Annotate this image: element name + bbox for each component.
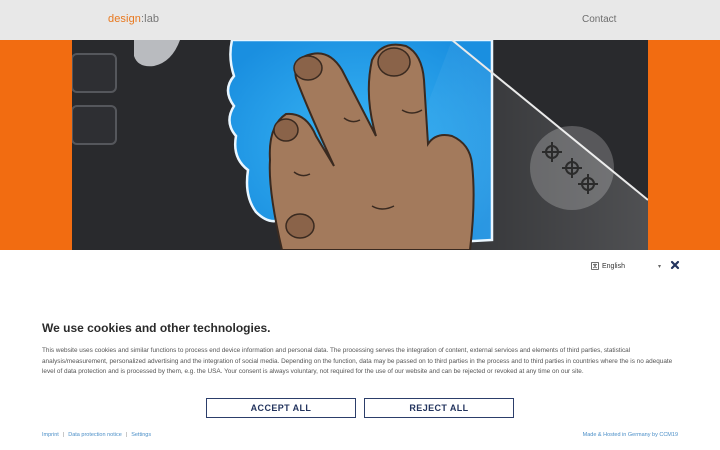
imprint-link[interactable]: Imprint xyxy=(42,432,59,438)
settings-link[interactable]: Settings xyxy=(131,432,151,438)
close-icon[interactable] xyxy=(670,260,680,270)
cookie-title: We use cookies and other technologies. xyxy=(42,321,271,335)
chevron-down-icon: ▾ xyxy=(658,263,662,270)
cookie-consent-banner: English ▾ We use cookies and other techn… xyxy=(0,250,720,450)
language-selector[interactable]: English ▾ xyxy=(591,262,661,270)
logo-part-design: design xyxy=(108,13,142,25)
made-by-credit[interactable]: Made & Hosted in Germany by CCM19 xyxy=(583,432,678,438)
accept-all-button[interactable]: ACCEPT ALL xyxy=(206,398,356,418)
logo-part-lab: :lab xyxy=(141,13,160,25)
hand-touchscreen-illustration xyxy=(72,40,648,250)
data-protection-link[interactable]: Data protection notice xyxy=(68,432,122,438)
hero-banner xyxy=(0,40,720,250)
cookie-description: This website uses cookies and similar fu… xyxy=(42,347,673,376)
translate-icon xyxy=(591,262,599,270)
reject-all-button[interactable]: REJECT ALL xyxy=(364,398,514,418)
language-label: English xyxy=(602,262,625,270)
site-header: design:lab Contact xyxy=(0,0,720,40)
cookie-footer-links: Imprint | Data protection notice | Settings xyxy=(42,432,151,438)
hero-image xyxy=(72,40,648,250)
site-logo[interactable]: design:lab xyxy=(108,13,159,25)
link-separator: | xyxy=(125,432,128,438)
nav-contact-link[interactable]: Contact xyxy=(582,14,616,25)
link-separator: | xyxy=(62,432,65,438)
